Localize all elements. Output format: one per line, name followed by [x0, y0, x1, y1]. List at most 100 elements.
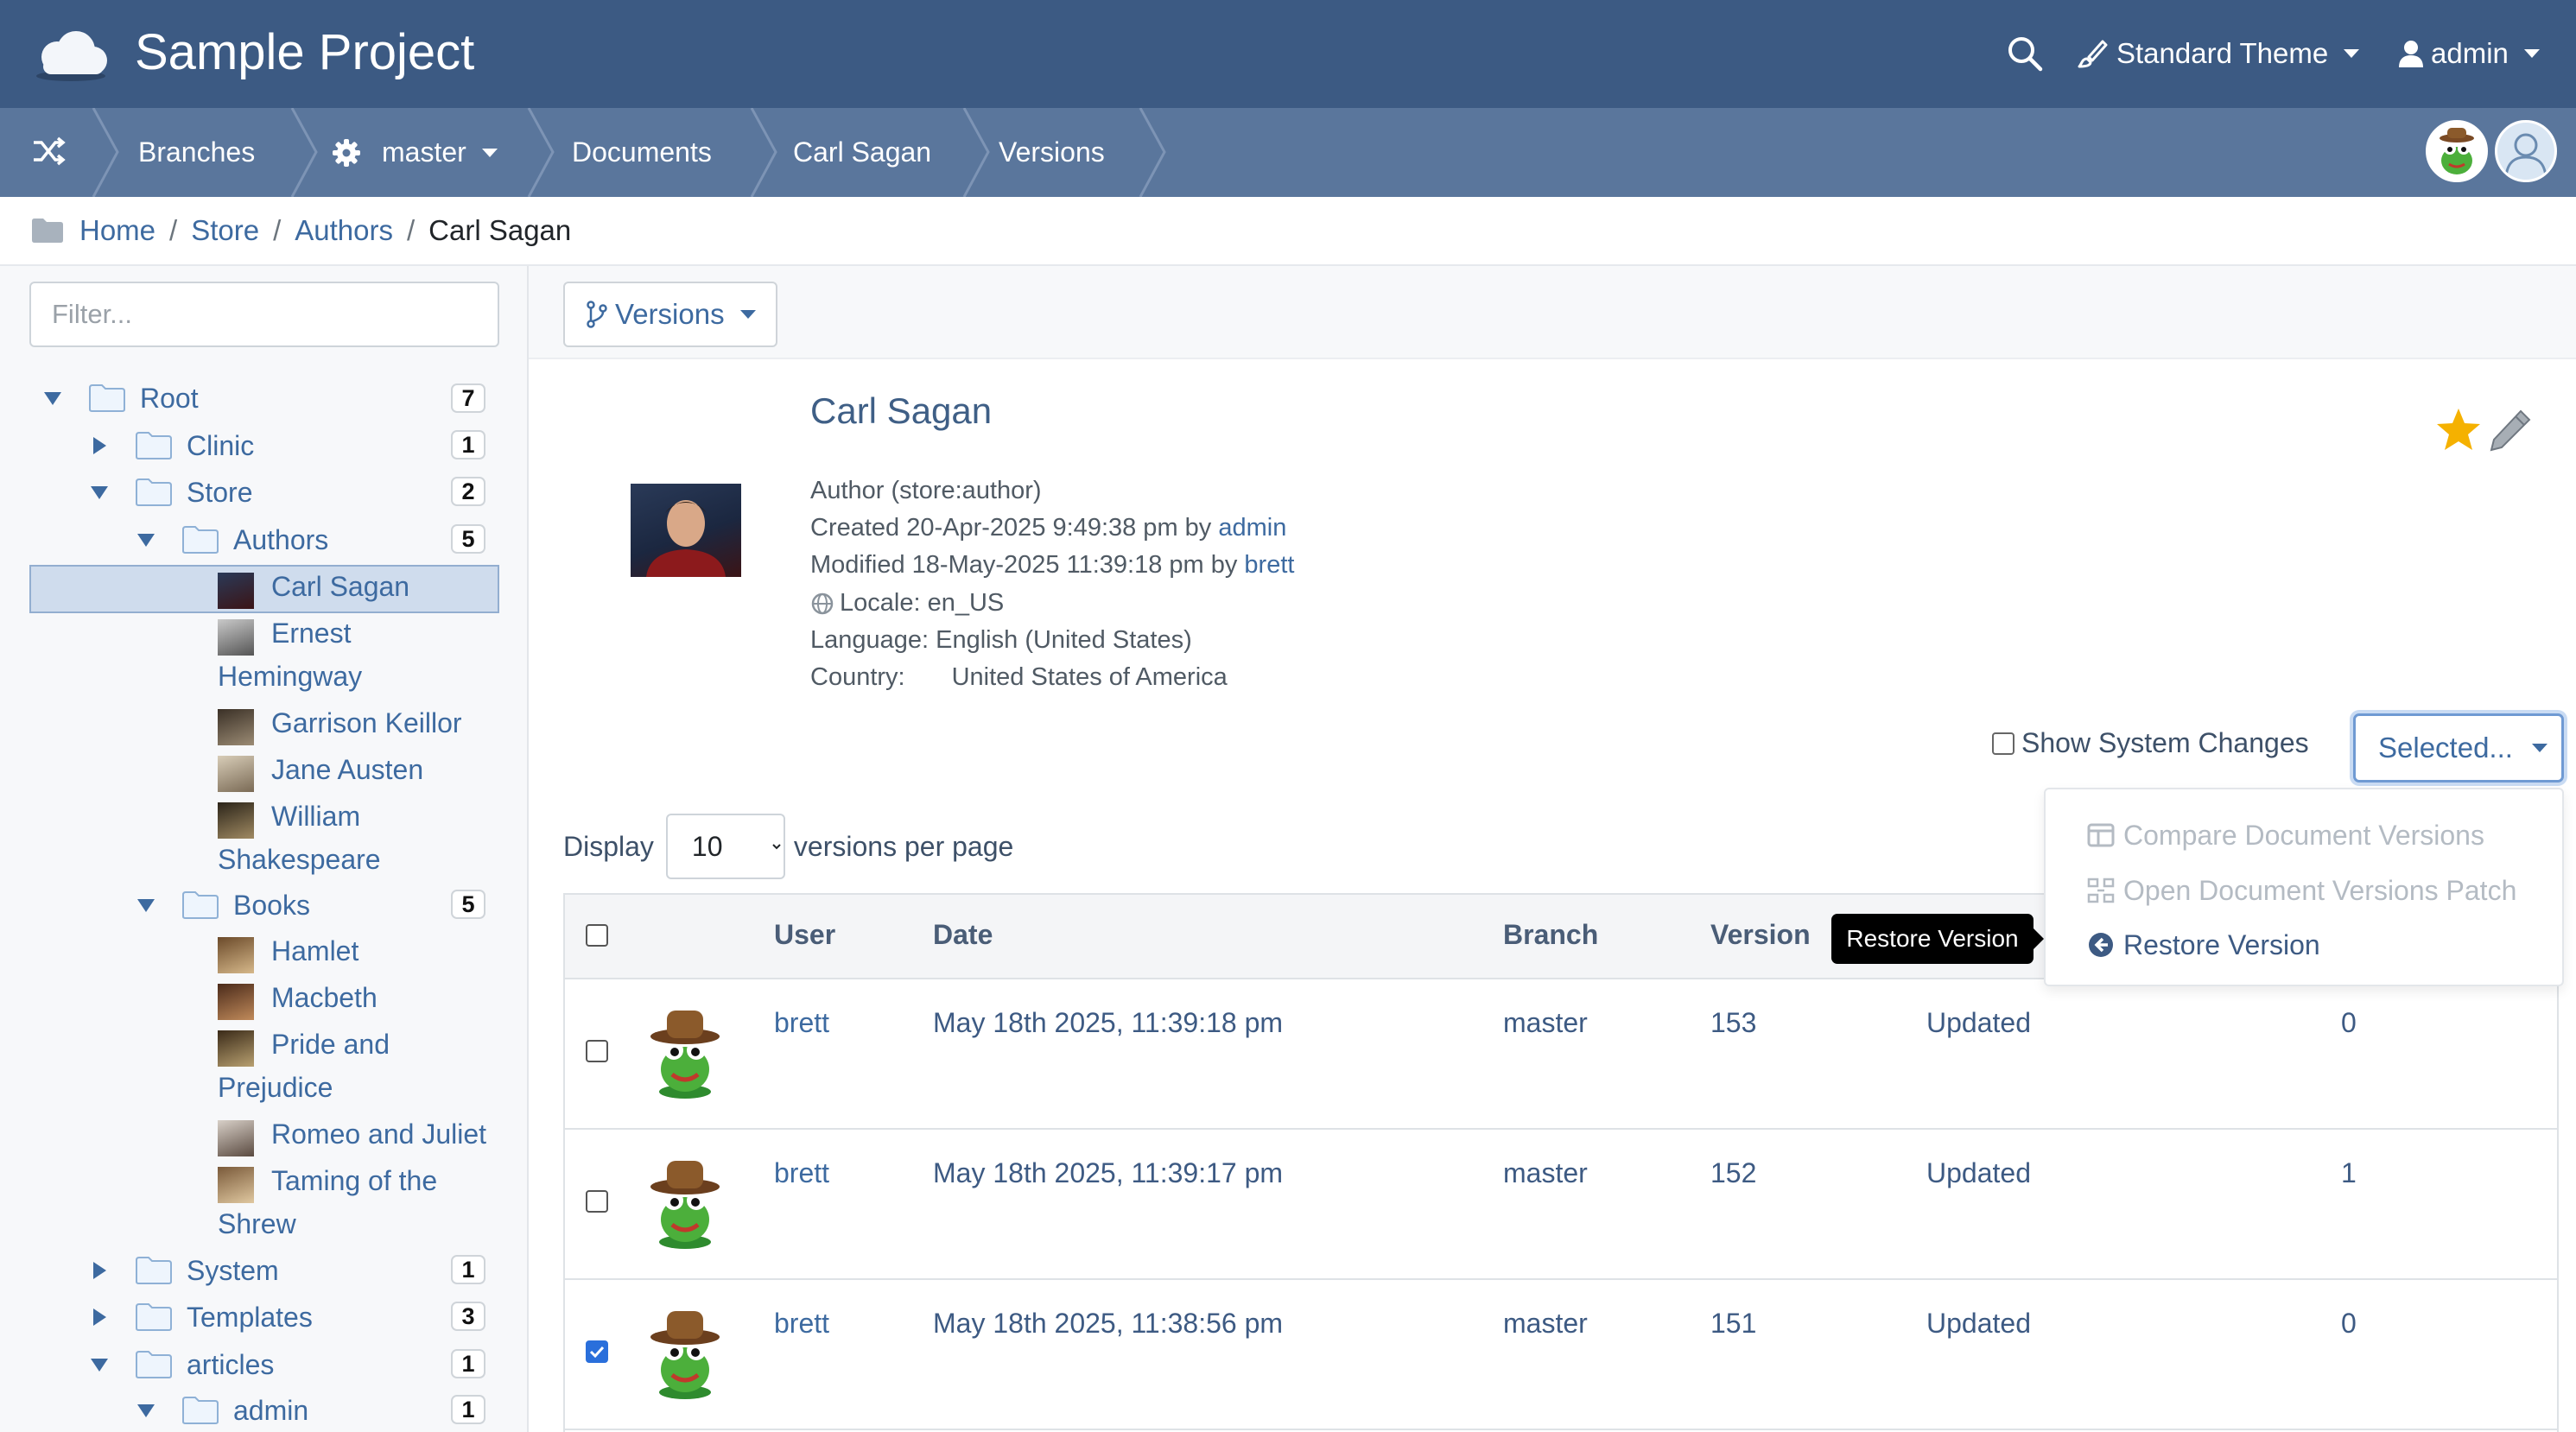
tree-label: articles — [187, 1348, 275, 1380]
selected-actions-dropdown[interactable]: Selected... — [2353, 713, 2564, 783]
caret-down-icon[interactable] — [90, 483, 109, 502]
show-system-changes-toggle[interactable]: Show System Changes — [1992, 727, 2309, 759]
chevron-down-icon — [739, 310, 756, 319]
table-row[interactable]: brett May 18th 2025, 11:38:56 pm master … — [565, 1280, 2557, 1430]
user-avatar-icon[interactable] — [2495, 120, 2557, 182]
breadcrumb-separator — [962, 108, 990, 197]
row-checkbox[interactable] — [586, 1040, 608, 1062]
caret-down-icon[interactable] — [136, 1401, 155, 1420]
star-icon[interactable] — [2434, 406, 2483, 454]
tree-selection-highlight — [29, 565, 499, 613]
pencil-icon[interactable] — [2484, 406, 2535, 456]
count-badge: 2 — [451, 477, 485, 506]
tree-node-authors[interactable]: Authors — [136, 518, 328, 561]
tree-node-books[interactable]: Books — [136, 884, 310, 927]
path-authors[interactable]: Authors — [295, 214, 393, 247]
tree-filter-input[interactable] — [29, 282, 499, 347]
tree-label: admin — [233, 1394, 309, 1426]
row-version: 152 — [1710, 1157, 1757, 1188]
versions-label: Versions — [615, 298, 725, 330]
crumb-document[interactable]: Carl Sagan — [793, 108, 931, 197]
shuffle-icon[interactable] — [31, 134, 66, 168]
table-row[interactable]: brett May 18th 2025, 11:39:17 pm master … — [565, 1130, 2557, 1280]
row-user[interactable]: brett — [774, 1157, 829, 1189]
caret-down-icon[interactable] — [136, 530, 155, 549]
row-user[interactable]: brett — [774, 1007, 829, 1039]
tree-node-system[interactable]: System — [90, 1249, 279, 1292]
row-checkbox-checked[interactable] — [586, 1340, 608, 1363]
table-row[interactable]: brett May 18th 2025, 11:39:18 pm master … — [565, 979, 2557, 1130]
crumb-versions[interactable]: Versions — [999, 108, 1105, 197]
path-store[interactable]: Store — [191, 214, 259, 247]
caret-right-icon[interactable] — [90, 436, 109, 455]
versions-dropdown-button[interactable]: Versions — [563, 282, 777, 347]
crumb-documents[interactable]: Documents — [572, 108, 712, 197]
column-version[interactable]: Version — [1710, 919, 1811, 951]
search-icon[interactable] — [2004, 33, 2046, 74]
tree-label: Store — [187, 476, 253, 508]
tree-label: Authors — [233, 523, 329, 555]
book-thumbnail — [218, 1030, 254, 1067]
row-date: May 18th 2025, 11:38:56 pm — [933, 1308, 1284, 1339]
author-thumbnail — [218, 573, 254, 609]
user-label: admin — [2431, 37, 2509, 69]
tree-label: Templates — [187, 1301, 313, 1333]
author-thumbnail — [218, 756, 254, 792]
tree-node-templates[interactable]: Templates — [90, 1296, 313, 1339]
column-branch[interactable]: Branch — [1503, 919, 1598, 951]
breadcrumb-separator — [290, 108, 318, 197]
user-menu[interactable]: admin — [2398, 29, 2540, 78]
caret-down-icon[interactable] — [136, 896, 155, 915]
branch-breadcrumb-bar: Branches master Documents Carl Sagan Ver… — [0, 108, 2576, 197]
column-user[interactable]: User — [774, 919, 835, 951]
caret-right-icon[interactable] — [90, 1261, 109, 1280]
tree-node-store[interactable]: Store — [90, 471, 252, 514]
restore-version-tooltip: Restore Version — [1831, 914, 2044, 964]
breadcrumb-separator — [750, 108, 777, 197]
tree-node-clinic[interactable]: Clinic — [90, 424, 254, 467]
document-modified: Modified 18-May-2025 11:39:18 pm by bret… — [810, 551, 1295, 579]
tree-node-root[interactable]: Root — [43, 377, 199, 420]
count-badge: 1 — [451, 1395, 485, 1424]
path-home[interactable]: Home — [79, 214, 155, 247]
compare-icon — [2087, 823, 2115, 847]
created-by-link[interactable]: admin — [1218, 514, 1286, 542]
crumb-branch-master[interactable]: master — [332, 108, 498, 197]
path-current: Carl Sagan — [428, 214, 572, 246]
show-system-changes-checkbox[interactable] — [1992, 732, 2014, 755]
document-country: Country: United States of America — [810, 663, 1228, 691]
branch-label: master — [382, 136, 466, 168]
breadcrumb-separator — [92, 108, 119, 197]
count-badge: 1 — [451, 430, 485, 459]
book-thumbnail — [218, 937, 254, 973]
select-all-checkbox[interactable] — [586, 924, 608, 947]
row-user[interactable]: brett — [774, 1308, 829, 1340]
page-size-select[interactable]: 10 — [665, 814, 785, 879]
chevron-down-icon — [2344, 49, 2360, 58]
gear-icon — [333, 138, 360, 167]
modified-by-link[interactable]: brett — [1244, 551, 1294, 579]
row-action: Updated — [1926, 1157, 2031, 1188]
caret-down-icon[interactable] — [90, 1355, 109, 1374]
tree-node-articles[interactable]: articles — [90, 1343, 274, 1386]
crumb-branches[interactable]: Branches — [138, 108, 255, 197]
cloud-logo-icon[interactable] — [31, 24, 111, 85]
row-count: 1 — [2341, 1157, 2357, 1188]
count-badge: 3 — [451, 1302, 485, 1331]
column-date[interactable]: Date — [933, 919, 993, 951]
chevron-down-icon — [2531, 744, 2547, 752]
folder-icon — [136, 478, 172, 506]
caret-down-icon[interactable] — [43, 389, 62, 408]
project-title[interactable]: Sample Project — [135, 21, 474, 85]
theme-dropdown[interactable]: Standard Theme — [2077, 29, 2360, 78]
author-thumbnail — [218, 619, 254, 656]
caret-right-icon[interactable] — [90, 1308, 109, 1327]
frog-avatar-icon[interactable] — [2426, 120, 2488, 182]
document-locale: Locale: en_US — [810, 589, 1004, 618]
menu-item-restore-version[interactable]: Restore Version — [2087, 923, 2320, 966]
document-versions-panel: Versions Carl Sagan Author (store:author… — [529, 266, 2576, 1432]
tree-node-admin[interactable]: admin — [136, 1389, 308, 1432]
brush-icon — [2078, 40, 2108, 68]
page-size-control: Display 10 versions per page — [563, 814, 1013, 879]
row-checkbox[interactable] — [586, 1190, 608, 1213]
